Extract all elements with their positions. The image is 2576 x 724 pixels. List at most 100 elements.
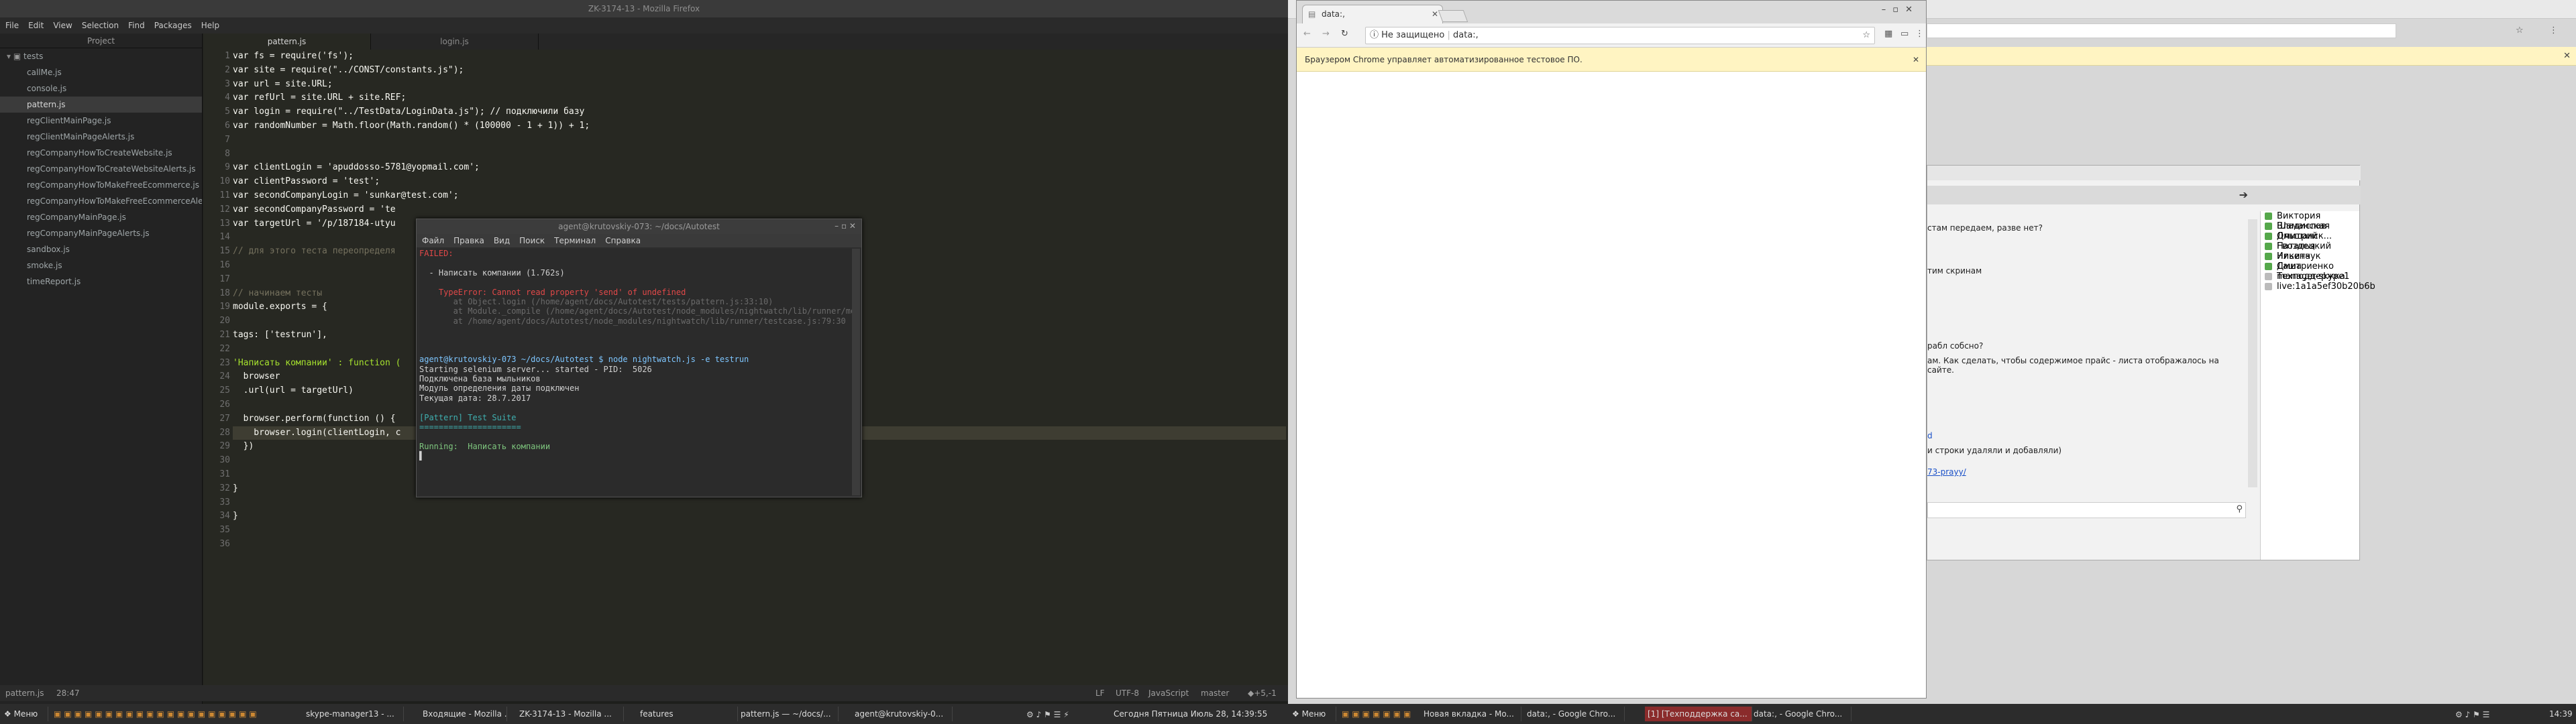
- tree-file[interactable]: regCompanyHowToMakeFreeEcommerceAle: [0, 193, 202, 209]
- reload-icon[interactable]: ↻: [1341, 29, 1348, 39]
- contact-item[interactable]: live:1a1a5ef30b20b6b: [2261, 282, 2375, 292]
- code-line[interactable]: var login = require("../TestData/LoginDa…: [233, 105, 1286, 119]
- forward-icon[interactable]: →: [1322, 29, 1330, 39]
- code-line[interactable]: var clientPassword = 'test';: [233, 175, 1286, 189]
- menu-icon[interactable]: ⋮: [1915, 29, 1924, 39]
- taskbar-item-support[interactable]: [1] [Техподдержка са...: [1645, 707, 1752, 721]
- chat-link[interactable]: d: [1927, 431, 1933, 440]
- star-icon[interactable]: ☆: [1862, 27, 1870, 44]
- contact-item[interactable]: Наталья Ильенчук: [2261, 241, 2359, 261]
- code-line[interactable]: var clientLogin = 'apuddosso-5781@yopmai…: [233, 161, 1286, 175]
- clock[interactable]: Сегодня Пятница Июль 28, 14:39:55: [1114, 709, 1267, 719]
- tab-pattern[interactable]: pattern.js: [203, 34, 371, 50]
- term-menu-file[interactable]: Файл: [422, 234, 444, 247]
- start-menu-button[interactable]: ❖ Меню: [1289, 707, 1336, 721]
- contact-item[interactable]: Никита Дмитриенко: [2261, 251, 2359, 272]
- tab-login[interactable]: login.js: [371, 34, 539, 50]
- tray-icons[interactable]: ⚙ ♪ ⚑ ☰: [2455, 710, 2489, 719]
- status-encoding[interactable]: UTF-8: [1116, 685, 1139, 701]
- search-icon[interactable]: ⚲: [2236, 504, 2243, 514]
- taskbar-item-firefox[interactable]: ZK-3174-13 - Mozilla ...: [517, 707, 624, 721]
- code-line[interactable]: [233, 524, 1286, 538]
- chrome-tab[interactable]: ▤ data:, ✕: [1302, 5, 1443, 23]
- term-menu-view[interactable]: Вид: [494, 234, 510, 247]
- tree-file[interactable]: pattern.js: [0, 97, 202, 113]
- taskbar-item-atom[interactable]: pattern.js — ~/docs/...: [738, 707, 839, 721]
- taskbar-item-newtab[interactable]: Новая вкладка - Mo...: [1421, 707, 1521, 721]
- tree-file[interactable]: regClientMainPage.js: [0, 113, 202, 129]
- taskbar-item-chrome-2[interactable]: data:, - Google Chro...: [1751, 707, 1851, 721]
- tree-file[interactable]: regCompanyHowToCreateWebsiteAlerts.js: [0, 161, 202, 177]
- tree-file[interactable]: sandbox.js: [0, 241, 202, 257]
- info-icon[interactable]: ⓘ: [1370, 30, 1379, 40]
- new-tab-button[interactable]: [1438, 10, 1468, 22]
- term-menu-edit[interactable]: Правка: [453, 234, 484, 247]
- start-menu-button[interactable]: ❖ Меню: [1, 707, 48, 721]
- status-filename[interactable]: pattern.js: [5, 685, 44, 701]
- term-menu-help[interactable]: Справка: [605, 234, 641, 247]
- tree-file[interactable]: regCompanyMainPage.js: [0, 209, 202, 225]
- close-icon[interactable]: ✕: [1432, 5, 1438, 23]
- code-line[interactable]: [233, 538, 1286, 552]
- taskbar-item-features[interactable]: features: [637, 707, 738, 721]
- chrome-window[interactable]: ▤ data:, ✕ –▫✕ ← → ↻ ⓘ Не защищено | dat…: [1296, 0, 1927, 699]
- extension-icon[interactable]: ▭: [1900, 29, 1909, 39]
- back-icon[interactable]: ←: [1303, 29, 1311, 39]
- taskbar-item-terminal[interactable]: agent@krutovskiy-0...: [852, 707, 953, 721]
- contact-item[interactable]: manager-skype1: [2261, 272, 2359, 282]
- taskbar-item-inbox[interactable]: Входящие - Mozilla ...: [420, 707, 507, 721]
- term-menu-terminal[interactable]: Терминал: [554, 234, 596, 247]
- quick-launch-icons[interactable]: ▣▣▣▣▣▣▣▣▣▣▣▣▣▣▣▣▣▣▣▣: [54, 709, 260, 719]
- terminal-scrollbar[interactable]: [852, 249, 860, 495]
- taskbar-item-chrome[interactable]: data:, - Google Chro...: [1524, 707, 1625, 721]
- tree-file[interactable]: regCompanyHowToCreateWebsite.js: [0, 145, 202, 161]
- chat-scrollbar[interactable]: [2248, 219, 2257, 487]
- tree-file[interactable]: regCompanyHowToMakeFreeEcommerce.js: [0, 177, 202, 193]
- contact-item[interactable]: Саша Техподдержка: [2261, 261, 2359, 282]
- tree-folder-tests[interactable]: ▾ ▣ tests: [0, 48, 202, 64]
- star-icon[interactable]: ☆: [2516, 25, 2524, 36]
- tree-file[interactable]: regCompanyMainPageAlerts.js: [0, 225, 202, 241]
- menu-view[interactable]: View: [53, 17, 72, 34]
- terminal-window[interactable]: agent@krutovskiy-073: ~/docs/Autotest – …: [416, 219, 862, 497]
- contact-item[interactable]: Владислав Ольшанск...: [2261, 221, 2359, 241]
- code-line[interactable]: var secondCompanyPassword = 'te: [233, 203, 1286, 217]
- page-content[interactable]: [1297, 73, 1926, 698]
- status-grammar[interactable]: JavaScript: [1148, 685, 1189, 701]
- taskbar-item-skype[interactable]: skype-manager13 - ...: [303, 707, 404, 721]
- arrow-right-icon[interactable]: ➔: [2239, 188, 2248, 201]
- window-controls[interactable]: –▫✕: [1882, 5, 1919, 15]
- terminal-output[interactable]: FAILED: - Написать компании (1.762s) Typ…: [419, 249, 852, 495]
- menu-icon[interactable]: ⋮: [2549, 25, 2558, 36]
- code-line[interactable]: [233, 133, 1286, 147]
- menu-edit[interactable]: Edit: [28, 17, 44, 34]
- code-line[interactable]: var secondCompanyLogin = 'sunkar@test.co…: [233, 189, 1286, 203]
- tray-icons[interactable]: ⚙ ♪ ⚑ ☰ ⚡: [1026, 710, 1069, 719]
- menu-help[interactable]: Help: [201, 17, 219, 34]
- code-line[interactable]: [233, 496, 1286, 510]
- status-cursor-pos[interactable]: 28:47: [56, 685, 80, 701]
- code-line[interactable]: var refUrl = site.URL + site.REF;: [233, 91, 1286, 105]
- close-icon[interactable]: ✕: [2563, 51, 2571, 61]
- tree-file[interactable]: callMe.js: [0, 64, 202, 80]
- menu-selection[interactable]: Selection: [82, 17, 119, 34]
- quick-launch-icons[interactable]: ▣▣▣▣▣▣▣: [1342, 709, 1413, 719]
- tree-file[interactable]: regClientMainPageAlerts.js: [0, 129, 202, 145]
- tree-file[interactable]: smoke.js: [0, 257, 202, 274]
- code-line[interactable]: }: [233, 509, 1286, 524]
- omnibox[interactable]: ⓘ Не защищено | data:, ☆: [1365, 27, 1875, 44]
- status-line-ending[interactable]: LF: [1095, 685, 1105, 701]
- code-line[interactable]: var site = require("../CONST/constants.j…: [233, 64, 1286, 78]
- contact-item[interactable]: Дмитрий Гвоздецкий: [2261, 231, 2359, 251]
- tree-file[interactable]: timeReport.js: [0, 274, 202, 290]
- menu-find[interactable]: Find: [128, 17, 145, 34]
- code-line[interactable]: [233, 147, 1286, 162]
- menu-packages[interactable]: Packages: [154, 17, 192, 34]
- status-branch[interactable]: master: [1201, 685, 1229, 701]
- chat-link[interactable]: 73-prayy/: [1927, 467, 1966, 477]
- code-line[interactable]: var url = site.URL;: [233, 78, 1286, 92]
- window-controls[interactable]: – ▫ ✕: [835, 221, 856, 231]
- tree-file[interactable]: console.js: [0, 80, 202, 97]
- close-icon[interactable]: ✕: [1913, 48, 1919, 72]
- url-text[interactable]: data:,: [1453, 30, 1479, 40]
